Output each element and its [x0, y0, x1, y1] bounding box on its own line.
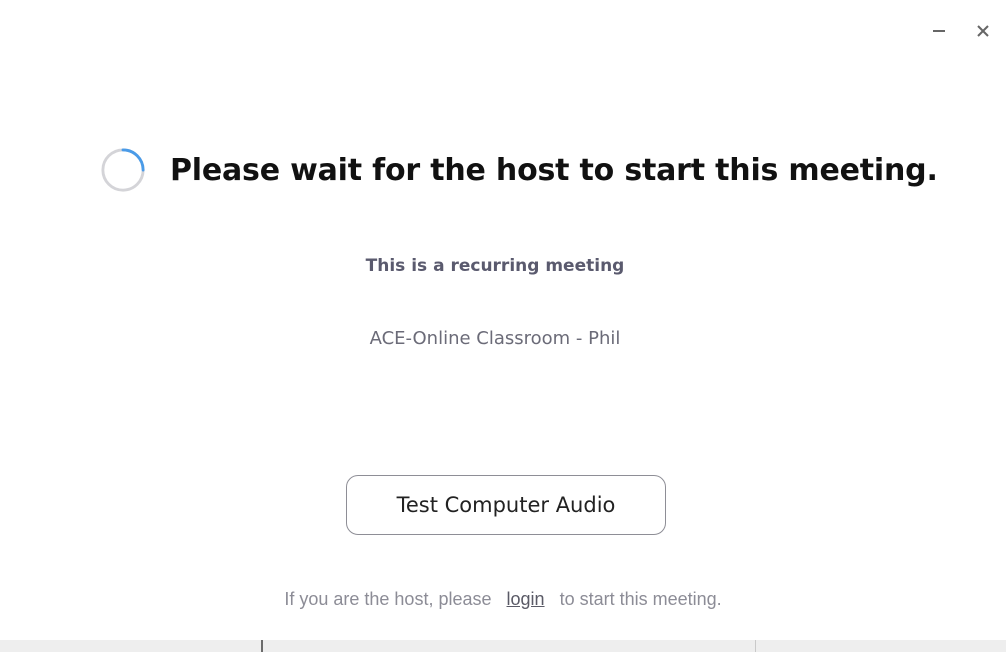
test-computer-audio-button[interactable]: Test Computer Audio: [346, 475, 666, 535]
minimize-icon: [933, 30, 945, 32]
host-note-prefix: If you are the host, please: [284, 589, 492, 609]
meeting-name: ACE-Online Classroom - Phil: [369, 328, 621, 349]
minimize-button[interactable]: [930, 22, 948, 40]
background-divider: [755, 640, 756, 652]
host-login-note: If you are the host, please login to sta…: [0, 589, 1006, 610]
window-controls: [930, 22, 992, 40]
close-icon: [977, 25, 989, 37]
background-tick: [261, 640, 263, 652]
close-button[interactable]: [974, 22, 992, 40]
loading-spinner-icon: [101, 148, 145, 192]
waiting-room-window: Please wait for the host to start this m…: [0, 0, 1006, 640]
host-note-suffix: to start this meeting.: [559, 589, 722, 609]
recurring-meeting-label: This is a recurring meeting: [365, 256, 625, 276]
background-strip: [0, 640, 1006, 652]
waiting-header: Please wait for the host to start this m…: [100, 140, 980, 200]
login-link[interactable]: login: [507, 589, 545, 609]
waiting-title: Please wait for the host to start this m…: [170, 152, 938, 188]
